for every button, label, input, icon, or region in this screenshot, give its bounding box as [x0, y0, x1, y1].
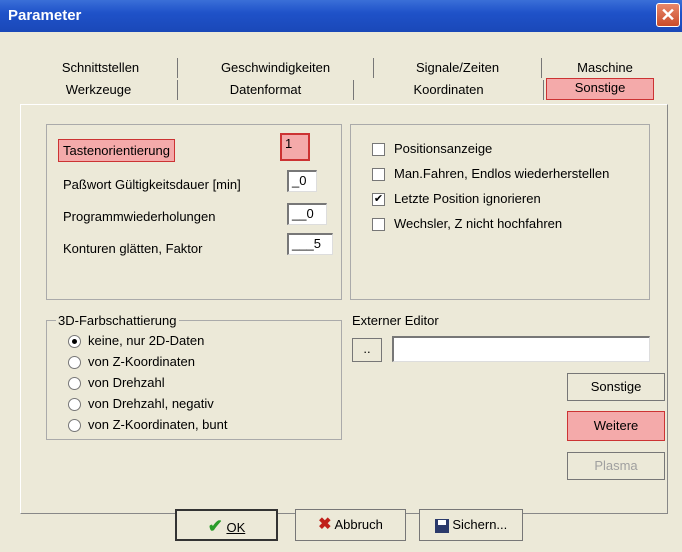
sichern-label: Sichern...	[452, 517, 508, 532]
label-konturen-glaetten: Konturen glätten, Faktor	[63, 241, 203, 256]
programmwiederholungen-input[interactable]: __0	[287, 203, 327, 225]
radio-keine-label: keine, nur 2D-Daten	[88, 333, 205, 348]
floppy-label-shape	[437, 519, 446, 525]
label-tastenorientierung: Tastenorientierung	[58, 139, 175, 162]
tab-werkzeuge[interactable]: Werkzeuge	[20, 80, 178, 100]
letzte-position-label: Letzte Position ignorieren	[394, 191, 541, 206]
radio-drehzahl-label: von Drehzahl	[88, 375, 165, 390]
tab-geschwindigkeiten[interactable]: Geschwindigkeiten	[178, 58, 374, 78]
radio-selected-dot	[72, 339, 77, 344]
tab-sonstige[interactable]: Sonstige	[546, 78, 654, 100]
sichern-button[interactable]: Sichern...	[419, 509, 523, 541]
weitere-button[interactable]: Weitere	[567, 411, 665, 441]
wechsler-label: Wechsler, Z nicht hochfahren	[394, 216, 563, 231]
tastenorientierung-input[interactable]: 1	[280, 133, 310, 161]
plasma-button[interactable]: Plasma	[567, 452, 665, 480]
window-title: Parameter	[8, 7, 82, 24]
ok-label: OK	[226, 520, 246, 535]
floppy-disk-icon	[434, 518, 449, 533]
sonstige-button[interactable]: Sonstige	[567, 373, 665, 401]
positionsanzeige-label: Positionsanzeige	[394, 141, 493, 156]
positionsanzeige-checkbox[interactable]	[372, 143, 385, 156]
radio-drehzahl-negativ-label: von Drehzahl, negativ	[88, 396, 214, 411]
radio-keine[interactable]	[68, 335, 81, 348]
abbruch-label: Abbruch	[334, 517, 383, 532]
tab-signale-zeiten[interactable]: Signale/Zeiten	[374, 58, 542, 78]
radio-z-koordinaten-label: von Z-Koordinaten	[88, 354, 195, 369]
radio-z-koordinaten[interactable]	[68, 356, 81, 369]
letzte-position-checkbox[interactable]: ✔	[372, 193, 385, 206]
radio-drehzahl-negativ[interactable]	[68, 398, 81, 411]
check-icon: ✔	[207, 516, 223, 536]
parameter-dialog: Parameter ✕ Schnittstellen Geschwindigke…	[0, 0, 682, 552]
tab-datenformat[interactable]: Datenformat	[178, 80, 354, 100]
tab-maschine[interactable]: Maschine	[542, 58, 668, 78]
externer-editor-input[interactable]	[392, 336, 650, 362]
man-fahren-checkbox[interactable]	[372, 168, 385, 181]
passwort-gueltigkeit-input[interactable]: _0	[287, 170, 317, 192]
ok-button[interactable]: ✔ OK	[175, 509, 278, 541]
externer-editor-label: Externer Editor	[352, 313, 439, 328]
label-programmwiederholungen: Programmwiederholungen	[63, 209, 216, 224]
x-icon: ✖	[318, 516, 332, 533]
wechsler-checkbox[interactable]	[372, 218, 385, 231]
man-fahren-label: Man.Fahren, Endlos wiederherstellen	[394, 166, 610, 181]
title-bar: Parameter ✕	[0, 0, 682, 32]
tab-koordinaten[interactable]: Koordinaten	[354, 80, 544, 100]
radio-drehzahl[interactable]	[68, 377, 81, 390]
close-icon[interactable]: ✕	[656, 3, 680, 27]
abbruch-button[interactable]: ✖ Abbruch	[295, 509, 406, 541]
shading-legend: 3D-Farbschattierung	[56, 313, 179, 328]
radio-z-koordinaten-bunt[interactable]	[68, 419, 81, 432]
tab-schnittstellen[interactable]: Schnittstellen	[24, 58, 178, 78]
radio-z-koordinaten-bunt-label: von Z-Koordinaten, bunt	[88, 417, 228, 432]
editor-browse-button[interactable]: ..	[352, 338, 382, 362]
label-passwort-gueltigkeit: Paßwort Gültigkeitsdauer [min]	[63, 177, 241, 192]
konturen-glaetten-input[interactable]: ___5	[287, 233, 333, 255]
